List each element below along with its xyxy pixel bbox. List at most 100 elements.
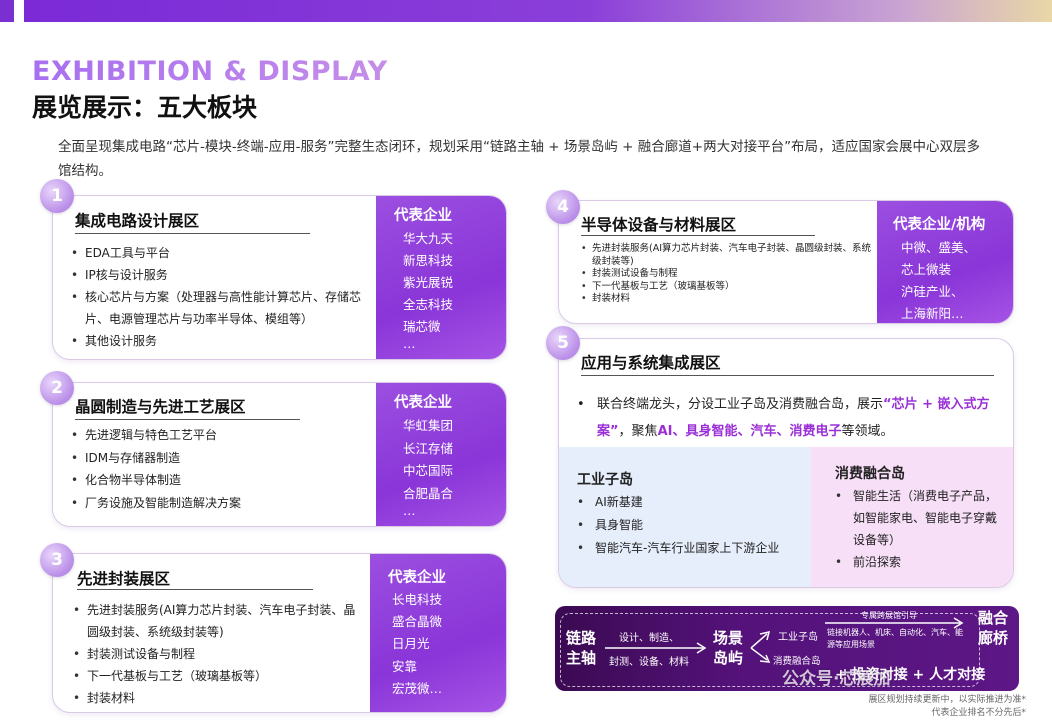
company-item: 全志科技 <box>403 297 454 312</box>
corridor-label: 融合廊桥 <box>977 609 1008 647</box>
company-item: 盛合晶微 <box>392 614 443 629</box>
highlight-text: AI、具身智能、汽车、消费电子 <box>657 424 842 439</box>
consumer-island-panel: 消费融合岛 智能生活（消费电子产品，如智能家电、智能电子穿戴设备等） 前沿探索 <box>811 447 1013 587</box>
zone-bullets: 先进逻辑与特色工艺平台 IDM与存储器制造 化合物半导体制造 厂务设施及智能制造… <box>71 424 361 514</box>
list-item: 封装材料 <box>73 687 363 709</box>
company-item: 华虹集团 <box>403 418 454 433</box>
description-text: 联合终端龙头，分设工业子岛及消费融合岛，展示 <box>597 397 884 412</box>
list-item: 封装测试设备与制程 <box>73 643 363 665</box>
top-gradient-bar <box>24 0 1052 22</box>
company-item: 日月光 <box>392 636 430 651</box>
list-item: 其他设计服务 <box>71 330 361 352</box>
company-panel-title: 代表企业 <box>388 570 446 586</box>
company-item: 中芯国际 <box>403 463 454 478</box>
zone-number-badge: 1 <box>40 179 74 213</box>
zone-title: 先进封装展区 <box>77 570 171 588</box>
corridor-text: 链接机器人、机床、自动化、汽车、能源等应用场景 <box>827 628 963 649</box>
zone-title: 半导体设备与材料展区 <box>581 216 737 234</box>
branch-industrial-label: 工业子岛 <box>778 632 818 643</box>
footnote-line: 展区规划持续更新中，以实际推进为准* <box>868 695 1026 705</box>
company-item: 上海新阳… <box>901 306 964 321</box>
title-underline <box>75 419 300 420</box>
title-underline <box>581 375 994 376</box>
footnote: 展区规划持续更新中，以实际推进为准* 代表企业排名不分先后* <box>868 694 1026 720</box>
bullet-dot: • <box>577 397 585 412</box>
company-panel-title: 代表企业/机构 <box>893 217 986 233</box>
branch-up-line <box>750 633 768 649</box>
list-item: 封装测试设备与制程 <box>581 268 871 281</box>
branch-down-line <box>750 647 768 661</box>
list-item: 核心芯片与方案（处理器与高性能计算芯片、存储芯片、电源管理芯片与功率半导体、模组… <box>71 286 361 330</box>
zone-card-2: 晶圆制造与先进工艺展区 先进逻辑与特色工艺平台 IDM与存储器制造 化合物半导体… <box>52 382 507 527</box>
watermark: 公众号·芯展加 <box>782 669 891 689</box>
zone-title: 晶圆制造与先进工艺展区 <box>75 398 246 416</box>
zone-description: • 联合终端龙头，分设工业子岛及消费融合岛，展示“芯片 + 嵌入式方案”，聚焦A… <box>577 391 997 445</box>
company-item: 紫光展锐 <box>403 275 454 290</box>
industrial-island-panel: 工业子岛 AI新基建 具身智能 智能汽车-汽车行业国家上下游企业 <box>559 447 811 587</box>
description-text: 等领域。 <box>841 424 894 439</box>
sub-list: 智能生活（消费电子产品，如智能家电、智能电子穿戴设备等） 前沿探索 <box>835 485 1007 573</box>
sub-title: 工业子岛 <box>577 472 633 488</box>
company-item: 新思科技 <box>403 253 454 268</box>
company-item: 长电科技 <box>392 592 443 607</box>
list-item: 先进封装服务(AI算力芯片封装、汽车电子封装、晶圆级封装、系统级封装等) <box>581 243 871 268</box>
zone-title: 应用与系统集成展区 <box>581 354 721 372</box>
company-item: 宏茂微… <box>392 681 443 696</box>
company-item: 沪硅产业、 <box>901 284 964 299</box>
company-item: 芯上微装 <box>901 262 952 277</box>
company-item: 中微、盛美、 <box>901 240 977 255</box>
list-item: IDM与存储器制造 <box>71 447 361 470</box>
footnote-line: 代表企业排名不分先后* <box>931 708 1026 718</box>
company-item: 长江存储 <box>403 441 454 456</box>
zone-number-badge: 5 <box>546 326 580 360</box>
english-title: EXHIBITION & DISPLAY <box>32 56 388 87</box>
zone-bullets: 先进封装服务(AI算力芯片封装、汽车电子封装、晶圆级封装、系统级封装等) 封装测… <box>581 243 871 306</box>
island-label: 场景岛屿 <box>712 629 743 667</box>
company-item: 合肥晶合 <box>403 486 454 501</box>
company-panel: 代表企业 华虹集团 长江存储 中芯国际 合肥晶合 … <box>376 383 506 526</box>
zone-card-5: 应用与系统集成展区 • 联合终端龙头，分设工业子岛及消费融合岛，展示“芯片 + … <box>558 338 1014 588</box>
description-text: ，聚焦 <box>618 424 658 439</box>
company-panel-title: 代表企业 <box>394 208 452 224</box>
zone-bullets: EDA工具与平台 IP核与设计服务 核心芯片与方案（处理器与高性能计算芯片、存储… <box>71 242 361 352</box>
zone-bullets: 先进封装服务(AI算力芯片封装、汽车电子封装、晶圆级封装、系统级封装等) 封装测… <box>73 599 363 709</box>
company-item: 瑞芯微 <box>403 319 441 334</box>
zone-number-badge: 3 <box>40 543 74 577</box>
sub-list: AI新基建 具身智能 智能汽车-汽车行业国家上下游企业 <box>577 491 807 560</box>
list-item: IP核与设计服务 <box>71 264 361 286</box>
company-item: … <box>403 503 416 518</box>
list-item: AI新基建 <box>577 491 807 514</box>
company-item: 安靠 <box>392 659 418 674</box>
zone-title: 集成电路设计展区 <box>75 212 200 230</box>
title-underline <box>77 589 313 590</box>
list-item: 化合物半导体制造 <box>71 469 361 492</box>
list-item: 厂务设施及智能制造解决方案 <box>71 492 361 515</box>
list-item: 智能生活（消费电子产品，如智能家电、智能电子穿戴设备等） <box>835 485 1007 551</box>
page-title: 展览展示：五大板块 <box>32 93 258 122</box>
company-panel: 代表企业/机构 中微、盛美、 芯上微装 沪硅产业、 上海新阳… <box>877 201 1013 323</box>
zone-card-1: 集成电路设计展区 EDA工具与平台 IP核与设计服务 核心芯片与方案（处理器与高… <box>52 195 507 360</box>
list-item: 智能汽车-汽车行业国家上下游企业 <box>577 537 807 560</box>
list-item: 前沿探索 <box>835 551 1007 573</box>
zone-number-badge: 2 <box>40 371 74 405</box>
company-panel: 代表企业 华大九天 新思科技 紫光展锐 全志科技 瑞芯微 … <box>376 196 506 359</box>
list-item: EDA工具与平台 <box>71 242 361 264</box>
list-item: 先进封装服务(AI算力芯片封装、汽车电子封装、晶圆级封装、系统级封装等) <box>73 599 363 643</box>
list-item: 封装材料 <box>581 293 871 306</box>
list-item: 下一代基板与工艺（玻璃基板等） <box>581 281 871 294</box>
company-item: 华大九天 <box>403 231 454 246</box>
title-underline <box>581 235 815 236</box>
list-item: 具身智能 <box>577 514 807 537</box>
list-item: 下一代基板与工艺（玻璃基板等） <box>73 665 363 687</box>
zone-number-badge: 4 <box>546 190 580 224</box>
company-item: … <box>403 336 416 351</box>
title-underline <box>75 233 310 234</box>
company-panel: 代表企业 长电科技 盛合晶微 日月光 安靠 宏茂微… <box>370 554 506 712</box>
zone-card-4: 半导体设备与材料展区 先进封装服务(AI算力芯片封装、汽车电子封装、晶圆级封装、… <box>558 200 1014 324</box>
sub-title: 消费融合岛 <box>835 466 905 482</box>
intro-paragraph: 全面呈现集成电路“芯片-模块-终端-应用-服务”完整生态闭环，规划采用“链路主轴… <box>58 139 981 179</box>
top-accent-block <box>0 0 14 22</box>
guide-label: 专属跨展馆引导 <box>861 611 917 620</box>
list-item: 先进逻辑与特色工艺平台 <box>71 424 361 447</box>
zone-card-3: 先进封装展区 先进封装服务(AI算力芯片封装、汽车电子封装、晶圆级封装、系统级封… <box>52 553 507 713</box>
